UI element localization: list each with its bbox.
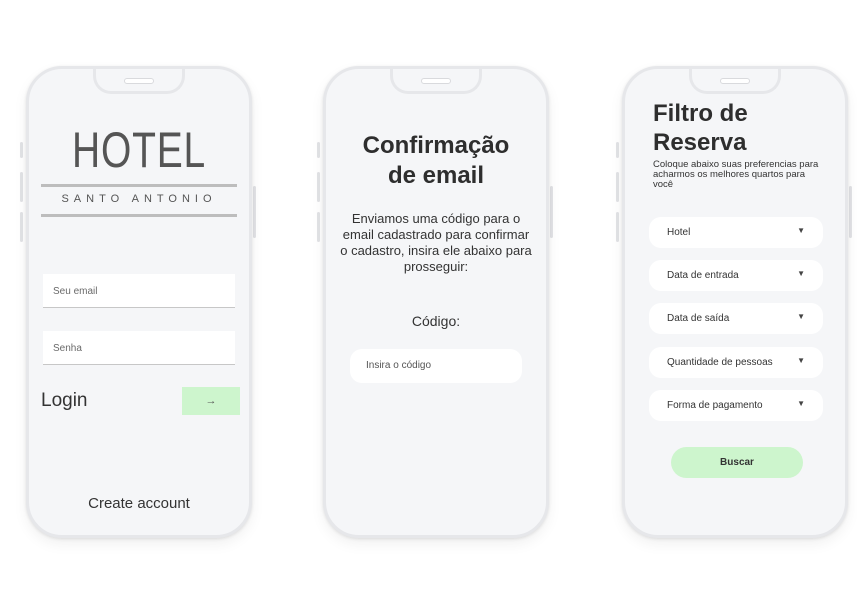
password-placeholder: Senha [53, 343, 82, 354]
phone-notch [93, 69, 185, 94]
payment-method-select[interactable]: Forma de pagamento ▼ [649, 390, 823, 421]
email-field[interactable]: Seu email [43, 274, 235, 308]
phone-side-button [317, 172, 320, 202]
caret-down-icon: ▼ [797, 356, 805, 365]
phone-side-button [253, 186, 256, 238]
email-placeholder: Seu email [53, 286, 98, 297]
logo-divider-top [41, 184, 237, 187]
phone-side-button [20, 142, 23, 158]
confirm-title-line1: Confirmação [362, 132, 510, 159]
phone-side-button [616, 212, 619, 242]
check-out-date-select[interactable]: Data de saída ▼ [649, 303, 823, 334]
hotel-logo-subtitle: SANTO ANTONIO [61, 193, 217, 205]
code-placeholder: Insira o código [366, 360, 432, 371]
check-in-date-select[interactable]: Data de entrada ▼ [649, 260, 823, 291]
confirm-title-line2: de email [387, 162, 485, 189]
hotel-select[interactable]: Hotel ▼ [649, 217, 823, 248]
caret-down-icon: ▼ [797, 269, 805, 278]
select-label: Forma de pagamento [667, 400, 763, 411]
phone-side-button [616, 142, 619, 158]
confirm-phone-mockup: Confirmação de email Enviamos uma código… [323, 66, 549, 538]
login-submit-button[interactable]: → [182, 387, 240, 415]
filter-phone-mockup: Filtro de Reserva Coloque abaixo suas pr… [622, 66, 848, 538]
filter-subtitle: Coloque abaixo suas preferencias para ac… [653, 159, 819, 190]
caret-down-icon: ▼ [797, 399, 805, 408]
caret-down-icon: ▼ [797, 312, 805, 321]
speaker-icon [421, 78, 451, 84]
phone-notch [689, 69, 781, 94]
create-account-link[interactable]: Create account [29, 495, 249, 512]
password-field[interactable]: Senha [43, 331, 235, 365]
phone-side-button [849, 186, 852, 238]
select-label: Quantidade de pessoas [667, 357, 773, 368]
speaker-icon [124, 78, 154, 84]
phone-side-button [317, 212, 320, 242]
arrow-right-icon: → [205, 395, 217, 407]
guest-count-select[interactable]: Quantidade de pessoas ▼ [649, 347, 823, 378]
search-button[interactable]: Buscar [671, 447, 803, 478]
filter-title-line2: Reserva [653, 129, 747, 156]
phone-side-button [317, 142, 320, 158]
logo-divider-bottom [41, 214, 237, 217]
code-label: Código: [411, 313, 461, 329]
select-label: Data de saída [667, 313, 730, 324]
phone-side-button [550, 186, 553, 238]
speaker-icon [720, 78, 750, 84]
select-label: Data de entrada [667, 270, 739, 281]
login-phone-mockup: HOTEL SANTO ANTONIO Seu email Senha Logi… [26, 66, 252, 538]
hotel-logo-title: HOTEL [72, 122, 206, 178]
confirm-title: Confirmação de email [326, 131, 546, 191]
phone-notch [390, 69, 482, 94]
code-input[interactable]: Insira o código [350, 349, 522, 383]
filter-title: Filtro de Reserva [653, 99, 748, 157]
phone-side-button [20, 172, 23, 202]
phone-side-button [20, 212, 23, 242]
select-label: Hotel [667, 227, 691, 238]
phone-side-button [616, 172, 619, 202]
confirm-message: Enviamos uma código para o email cadastr… [340, 211, 532, 274]
caret-down-icon: ▼ [797, 226, 805, 235]
filter-title-line1: Filtro de [653, 100, 748, 127]
login-label: Login [41, 390, 88, 411]
